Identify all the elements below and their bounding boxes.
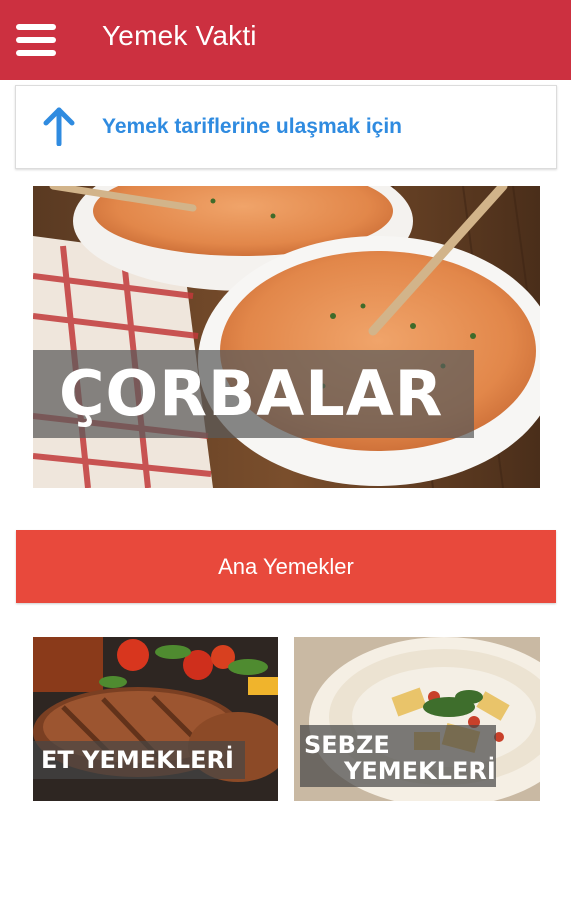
soup-image bbox=[33, 186, 540, 488]
arrow-up-icon bbox=[43, 107, 75, 146]
vegetable-label-line2: YEMEKLERİ bbox=[344, 757, 496, 785]
soups-category-tile[interactable]: ÇORBALAR bbox=[33, 186, 540, 488]
vegetable-label-line1: SEBZE bbox=[304, 731, 390, 759]
meat-label: ET YEMEKLERİ bbox=[41, 746, 234, 774]
hint-text: Yemek tariflerine ulaşmak için bbox=[102, 115, 402, 138]
vegetable-dishes-tile[interactable]: SEBZE YEMEKLERİ bbox=[294, 637, 540, 801]
hamburger-menu-icon[interactable] bbox=[16, 22, 56, 58]
main-dishes-button[interactable]: Ana Yemekler bbox=[16, 530, 556, 603]
meat-dishes-tile[interactable]: ET YEMEKLERİ bbox=[33, 637, 278, 801]
app-bar: Yemek Vakti bbox=[0, 0, 571, 80]
soups-label: ÇORBALAR bbox=[59, 357, 444, 430]
app-title: Yemek Vakti bbox=[102, 20, 257, 51]
